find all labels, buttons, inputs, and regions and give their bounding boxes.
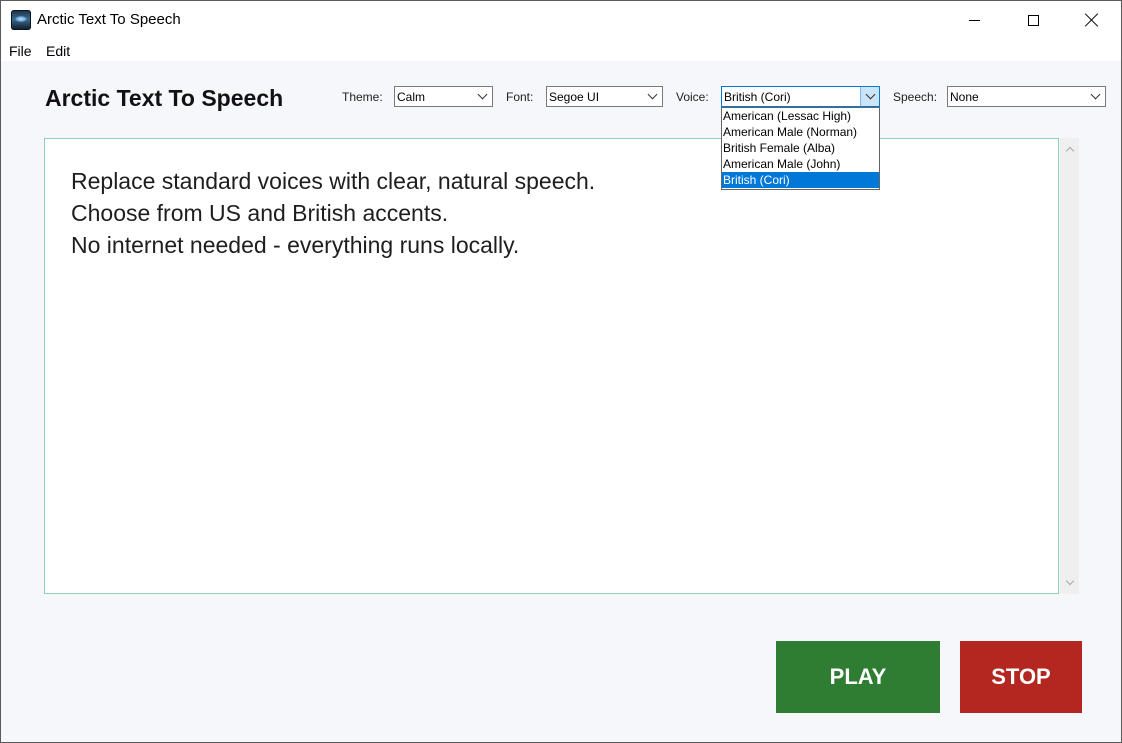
window-title: Arctic Text To Speech <box>37 11 181 28</box>
play-button[interactable]: PLAY <box>776 641 940 713</box>
font-label: Font: <box>506 90 534 104</box>
menu-file[interactable]: File <box>9 43 32 59</box>
app-icon <box>11 10 31 30</box>
voice-option[interactable]: American (Lessac High) <box>722 108 879 124</box>
font-value: Segoe UI <box>549 90 600 104</box>
chevron-down-icon <box>1090 89 1101 100</box>
chevron-down-icon <box>647 89 658 100</box>
speech-combo[interactable]: None <box>947 86 1106 107</box>
scroll-up-button[interactable] <box>1060 140 1079 158</box>
font-dropdown-button[interactable] <box>643 87 662 106</box>
theme-dropdown-button[interactable] <box>473 87 492 106</box>
minimize-icon <box>968 19 980 21</box>
menu-bar: File Edit <box>1 39 1121 61</box>
theme-value: Calm <box>397 90 426 104</box>
voice-dropdown-button[interactable] <box>860 87 879 106</box>
maximize-button[interactable] <box>1004 1 1062 39</box>
chevron-down-icon <box>865 89 875 100</box>
app-heading: Arctic Text To Speech <box>45 85 284 111</box>
chevron-down-icon <box>477 89 488 100</box>
font-combo[interactable]: Segoe UI <box>546 86 663 107</box>
voice-value: British (Cori) <box>724 90 791 104</box>
maximize-icon <box>1027 14 1039 26</box>
editor-line: Replace standard voices with clear, natu… <box>71 168 596 194</box>
minimize-button[interactable] <box>945 1 1003 39</box>
editor-scrollbar[interactable] <box>1060 138 1079 594</box>
voice-option-selected[interactable]: British (Cori) <box>722 172 879 188</box>
stop-button[interactable]: STOP <box>960 641 1082 713</box>
theme-combo[interactable]: Calm <box>394 86 493 107</box>
chevron-up-icon <box>1065 146 1074 156</box>
voice-option[interactable]: American Male (Norman) <box>722 124 879 140</box>
voice-combo[interactable]: British (Cori) <box>721 86 880 107</box>
close-button[interactable] <box>1063 1 1121 39</box>
close-icon <box>1085 13 1099 27</box>
voice-option[interactable]: British Female (Alba) <box>722 140 879 156</box>
speech-value: None <box>950 90 979 104</box>
speech-dropdown-button[interactable] <box>1086 87 1105 106</box>
text-editor[interactable]: Replace standard voices with clear, natu… <box>44 138 1059 594</box>
voice-dropdown-list: American (Lessac High) American Male (No… <box>721 107 880 190</box>
voice-option[interactable]: American Male (John) <box>722 156 879 172</box>
menu-edit[interactable]: Edit <box>46 43 70 59</box>
theme-label: Theme: <box>342 90 383 104</box>
editor-line: Choose from US and British accents. <box>71 200 449 226</box>
editor-line: No internet needed - everything runs loc… <box>71 232 520 258</box>
app-window: Arctic Text To Speech File Edit Arctic T… <box>0 0 1122 743</box>
chevron-down-icon <box>1065 576 1074 586</box>
voice-label: Voice: <box>676 90 709 104</box>
scroll-down-button[interactable] <box>1060 574 1079 592</box>
speech-label: Speech: <box>893 90 938 104</box>
title-bar[interactable]: Arctic Text To Speech <box>1 1 1121 39</box>
